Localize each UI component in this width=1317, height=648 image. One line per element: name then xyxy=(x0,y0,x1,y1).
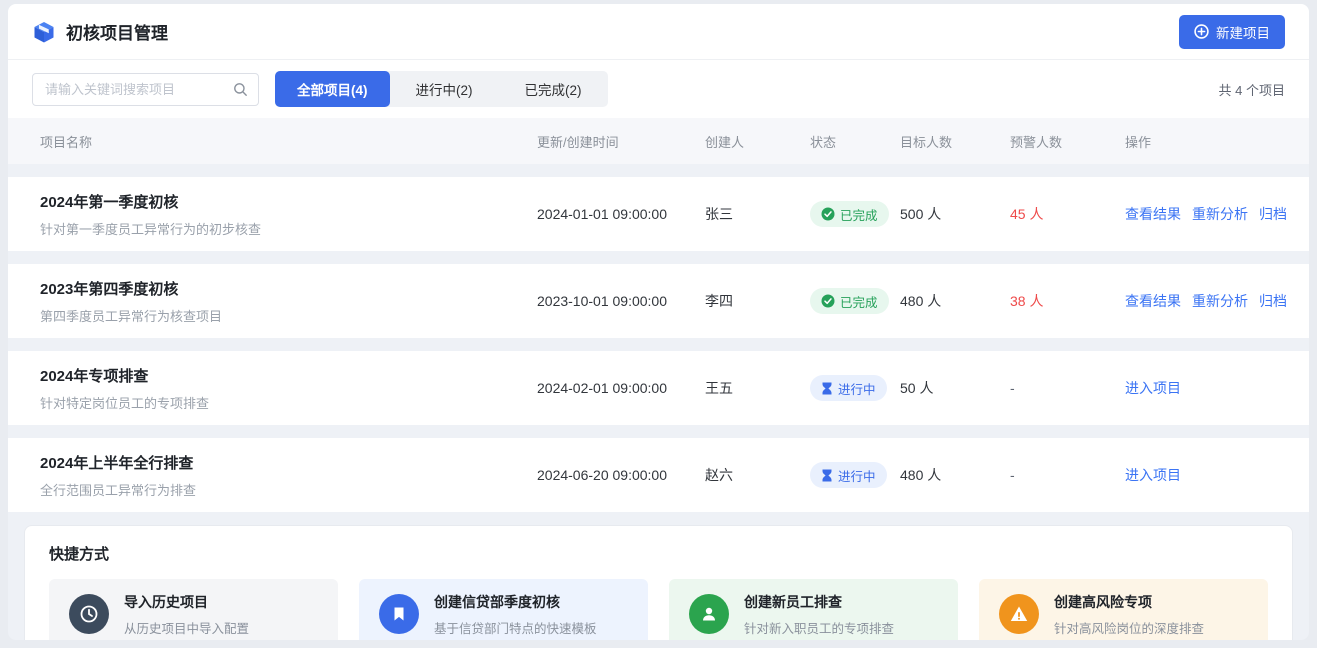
project-desc: 针对第一季度员工异常行为的初步核查 xyxy=(40,219,537,238)
plus-circle-icon xyxy=(1194,24,1209,39)
enter-project-link[interactable]: 进入项目 xyxy=(1125,378,1181,398)
warning-count: 38 人 xyxy=(1010,291,1125,311)
project-time: 2024-01-01 09:00:00 xyxy=(537,206,705,222)
view-results-link[interactable]: 查看结果 xyxy=(1125,204,1181,224)
shortcuts-section: 快捷方式 导入历史项目 从历史项目中导入配置 xyxy=(24,525,1293,640)
warning-count: - xyxy=(1010,467,1125,483)
project-table: 项目名称 更新/创建时间 创建人 状态 目标人数 预警人数 操作 2024年第一… xyxy=(8,118,1309,512)
enter-project-link[interactable]: 进入项目 xyxy=(1125,465,1181,485)
col-header-creator: 创建人 xyxy=(705,132,810,151)
target-count: 500 人 xyxy=(900,204,1010,224)
status-badge: 已完成 xyxy=(810,288,889,314)
main-panel: 初核项目管理 新建项目 全部项目(4) 进行中(2) xyxy=(8,4,1309,640)
shortcut-desc: 基于信贷部门特点的快速模板 xyxy=(434,618,597,637)
shortcuts-title: 快捷方式 xyxy=(49,543,1268,564)
shortcut-new-employee-screening[interactable]: 创建新员工排查 针对新入职员工的专项排查 xyxy=(669,579,958,640)
status-badge: 进行中 xyxy=(810,462,887,488)
table-row: 2024年专项排查 针对特定岗位员工的专项排查 2024-02-01 09:00… xyxy=(8,351,1309,425)
col-header-name: 项目名称 xyxy=(40,132,537,151)
table-row: 2023年第四季度初核 第四季度员工异常行为核查项目 2023-10-01 09… xyxy=(8,264,1309,338)
new-project-button[interactable]: 新建项目 xyxy=(1179,15,1285,49)
shortcut-title: 创建信贷部季度初核 xyxy=(434,592,597,612)
check-circle-icon xyxy=(821,294,835,308)
table-header-row: 项目名称 更新/创建时间 创建人 状态 目标人数 预警人数 操作 xyxy=(8,118,1309,164)
project-creator: 李四 xyxy=(705,291,810,311)
app-cube-icon xyxy=(32,20,56,44)
status-label: 已完成 xyxy=(840,205,878,224)
col-header-warning: 预警人数 xyxy=(1010,132,1125,151)
warning-count: - xyxy=(1010,380,1125,396)
project-name: 2024年上半年全行排查 xyxy=(40,452,537,473)
view-results-link[interactable]: 查看结果 xyxy=(1125,291,1181,311)
page-title: 初核项目管理 xyxy=(66,19,168,44)
page-header: 初核项目管理 新建项目 xyxy=(8,4,1309,60)
project-time: 2023-10-01 09:00:00 xyxy=(537,293,705,309)
tab-completed[interactable]: 已完成(2) xyxy=(499,71,608,107)
search-box[interactable] xyxy=(32,73,259,106)
status-badge: 已完成 xyxy=(810,201,889,227)
project-desc: 第四季度员工异常行为核查项目 xyxy=(40,306,537,325)
status-label: 已完成 xyxy=(840,292,878,311)
target-count: 480 人 xyxy=(900,291,1010,311)
new-project-label: 新建项目 xyxy=(1216,22,1270,42)
table-row: 2024年第一季度初核 针对第一季度员工异常行为的初步核查 2024-01-01… xyxy=(8,177,1309,251)
search-input[interactable] xyxy=(45,82,233,97)
toolbar: 全部项目(4) 进行中(2) 已完成(2) 共 4 个项目 xyxy=(8,60,1309,118)
archive-link[interactable]: 归档 xyxy=(1259,291,1287,311)
col-header-target: 目标人数 xyxy=(900,132,1010,151)
target-count: 480 人 xyxy=(900,465,1010,485)
project-name: 2024年第一季度初核 xyxy=(40,191,537,212)
status-badge: 进行中 xyxy=(810,375,887,401)
check-circle-icon xyxy=(821,207,835,221)
project-creator: 赵六 xyxy=(705,465,810,485)
hourglass-icon xyxy=(821,382,833,395)
project-time: 2024-02-01 09:00:00 xyxy=(537,380,705,396)
hourglass-icon xyxy=(821,469,833,482)
col-header-actions: 操作 xyxy=(1125,132,1285,151)
bookmark-icon xyxy=(379,594,419,634)
col-header-status: 状态 xyxy=(810,132,900,151)
person-icon xyxy=(689,594,729,634)
shortcut-desc: 从历史项目中导入配置 xyxy=(124,618,249,637)
status-label: 进行中 xyxy=(838,379,876,398)
shortcut-desc: 针对高风险岗位的深度排查 xyxy=(1054,618,1204,637)
project-time: 2024-06-20 09:00:00 xyxy=(537,467,705,483)
search-icon[interactable] xyxy=(233,82,248,97)
project-creator: 张三 xyxy=(705,204,810,224)
project-name: 2023年第四季度初核 xyxy=(40,278,537,299)
project-desc: 全行范围员工异常行为排查 xyxy=(40,480,537,499)
project-count-text: 共 4 个项目 xyxy=(1219,80,1285,99)
table-row: 2024年上半年全行排查 全行范围员工异常行为排查 2024-06-20 09:… xyxy=(8,438,1309,512)
project-name: 2024年专项排查 xyxy=(40,365,537,386)
project-desc: 针对特定岗位员工的专项排查 xyxy=(40,393,537,412)
shortcut-title: 创建高风险专项 xyxy=(1054,592,1204,612)
shortcut-desc: 针对新入职员工的专项排查 xyxy=(744,618,894,637)
shortcut-credit-dept-review[interactable]: 创建信贷部季度初核 基于信贷部门特点的快速模板 xyxy=(359,579,648,640)
shortcut-title: 创建新员工排查 xyxy=(744,592,894,612)
warning-count: 45 人 xyxy=(1010,204,1125,224)
target-count: 50 人 xyxy=(900,378,1010,398)
shortcut-high-risk-special[interactable]: 创建高风险专项 针对高风险岗位的深度排查 xyxy=(979,579,1268,640)
col-header-time: 更新/创建时间 xyxy=(537,132,705,151)
project-creator: 王五 xyxy=(705,378,810,398)
shortcut-title: 导入历史项目 xyxy=(124,592,249,612)
shortcut-import-history[interactable]: 导入历史项目 从历史项目中导入配置 xyxy=(49,579,338,640)
tab-in-progress[interactable]: 进行中(2) xyxy=(390,71,499,107)
reanalyze-link[interactable]: 重新分析 xyxy=(1192,204,1248,224)
project-filter-tabs: 全部项目(4) 进行中(2) 已完成(2) xyxy=(275,71,608,107)
tab-all-projects[interactable]: 全部项目(4) xyxy=(275,71,390,107)
reanalyze-link[interactable]: 重新分析 xyxy=(1192,291,1248,311)
clock-icon xyxy=(69,594,109,634)
archive-link[interactable]: 归档 xyxy=(1259,204,1287,224)
warning-triangle-icon xyxy=(999,594,1039,634)
status-label: 进行中 xyxy=(838,466,876,485)
